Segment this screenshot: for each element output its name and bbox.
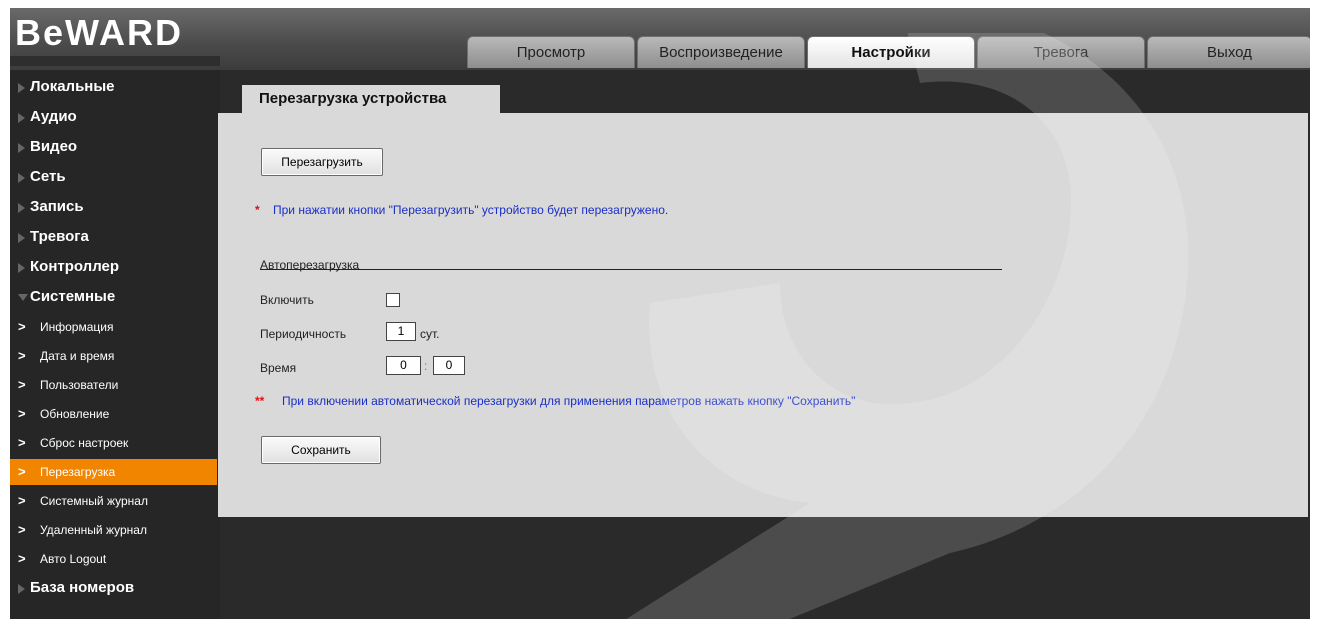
tab-alarm[interactable]: Тревога: [977, 36, 1145, 68]
sidebar-item-9[interactable]: > Дата и время: [10, 343, 217, 369]
header-bar: BeWARD Просмотр Воспроизведение Настройк…: [10, 8, 1310, 70]
time-separator: :: [424, 359, 428, 373]
sidebar-item-15[interactable]: > Удаленный журнал: [10, 517, 217, 543]
triangle-right-icon: [18, 203, 25, 213]
chevron-right-icon: >: [18, 319, 26, 334]
section-divider: [260, 269, 1002, 270]
triangle-right-icon: [18, 83, 25, 93]
note-marker: *: [255, 203, 260, 217]
triangle-down-icon: [18, 294, 28, 301]
sidebar-item-4[interactable]: Запись: [10, 194, 217, 220]
period-unit: сут.: [420, 327, 440, 341]
svg-text:BeWARD: BeWARD: [15, 14, 183, 53]
sidebar-item-label: Дата и время: [40, 349, 115, 363]
triangle-right-icon: [18, 233, 25, 243]
period-label: Периодичность: [260, 327, 347, 341]
sidebar-item-label: Перезагрузка: [40, 465, 116, 479]
sidebar-item-11[interactable]: > Обновление: [10, 401, 217, 427]
chevron-right-icon: >: [18, 348, 26, 363]
sidebar-item-label: Системные: [30, 288, 116, 305]
sidebar-item-label: База номеров: [30, 579, 135, 596]
sidebar-item-label: Локальные: [30, 78, 115, 95]
sidebar-item-3[interactable]: Сеть: [10, 164, 217, 190]
chevron-right-icon: >: [18, 435, 26, 450]
enable-label: Включить: [260, 293, 314, 307]
chevron-right-icon: >: [18, 464, 26, 479]
enable-checkbox[interactable]: [386, 293, 400, 307]
note-marker-2: **: [255, 394, 265, 408]
sidebar-item-label: Системный журнал: [40, 494, 148, 508]
chevron-right-icon: >: [18, 522, 26, 537]
triangle-right-icon: [18, 263, 25, 273]
logo-underbar: [10, 56, 220, 66]
period-input[interactable]: 1: [386, 322, 416, 341]
sidebar-item-label: Контроллер: [30, 258, 120, 275]
sidebar: Локальные Аудио Видео Сеть Запись Тревога Конт…: [10, 70, 220, 619]
sidebar-item-10[interactable]: > Пользователи: [10, 372, 217, 398]
triangle-right-icon: [18, 143, 25, 153]
settings-panel: Перезагрузить * При нажатии кнопки "Пере…: [218, 113, 1308, 517]
app-window: BeWARD Просмотр Воспроизведение Настройк…: [10, 8, 1310, 619]
sidebar-item-17[interactable]: База номеров: [10, 575, 217, 601]
sidebar-item-13[interactable]: > Перезагрузка: [10, 459, 217, 485]
chevron-right-icon: >: [18, 493, 26, 508]
chevron-right-icon: >: [18, 406, 26, 421]
sidebar-item-label: Удаленный журнал: [40, 523, 147, 537]
sidebar-item-label: Видео: [30, 138, 78, 155]
sidebar-item-8[interactable]: > Информация: [10, 314, 217, 340]
triangle-right-icon: [18, 173, 25, 183]
save-button[interactable]: Сохранить: [261, 436, 381, 464]
sidebar-item-1[interactable]: Аудио: [10, 104, 217, 130]
sidebar-item-label: Пользователи: [40, 378, 119, 392]
sidebar-item-label: Аудио: [30, 108, 77, 125]
sidebar-item-5[interactable]: Тревога: [10, 224, 217, 250]
triangle-right-icon: [18, 113, 25, 123]
time-label: Время: [260, 361, 297, 375]
sidebar-item-14[interactable]: > Системный журнал: [10, 488, 217, 514]
sidebar-item-2[interactable]: Видео: [10, 134, 217, 160]
sidebar-item-label: Авто Logout: [40, 552, 107, 566]
reboot-note: При нажатии кнопки "Перезагрузить" устро…: [273, 203, 669, 217]
tab-view[interactable]: Просмотр: [467, 36, 635, 68]
brand-logo-graphic: BeWARD: [15, 12, 183, 53]
time-hour-input[interactable]: 0: [386, 356, 421, 375]
section-tab: Перезагрузка устройства: [242, 85, 500, 113]
sidebar-item-16[interactable]: > Авто Logout: [10, 546, 217, 572]
chevron-right-icon: >: [18, 377, 26, 392]
sidebar-item-0[interactable]: Локальные: [10, 74, 217, 100]
reboot-button[interactable]: Перезагрузить: [261, 148, 383, 176]
sidebar-item-label: Сброс настроек: [40, 436, 129, 450]
sidebar-item-label: Обновление: [40, 407, 110, 421]
section-title: Перезагрузка устройства: [259, 90, 447, 107]
sidebar-item-7[interactable]: Системные: [10, 284, 217, 310]
chevron-right-icon: >: [18, 551, 26, 566]
sidebar-item-6[interactable]: Контроллер: [10, 254, 217, 280]
tab-settings[interactable]: Настройки: [807, 36, 975, 68]
sidebar-item-label: Информация: [40, 320, 114, 334]
sidebar-item-12[interactable]: > Сброс настроек: [10, 430, 217, 456]
time-minute-input[interactable]: 0: [433, 356, 465, 375]
autoreboot-note: При включении автоматической перезагрузк…: [282, 394, 856, 408]
tab-exit[interactable]: Выход: [1147, 36, 1310, 68]
sidebar-item-label: Сеть: [30, 168, 66, 185]
sidebar-item-label: Тревога: [30, 228, 89, 245]
sidebar-item-label: Запись: [30, 198, 84, 215]
tab-playback[interactable]: Воспроизведение: [637, 36, 805, 68]
triangle-right-icon: [18, 584, 25, 594]
